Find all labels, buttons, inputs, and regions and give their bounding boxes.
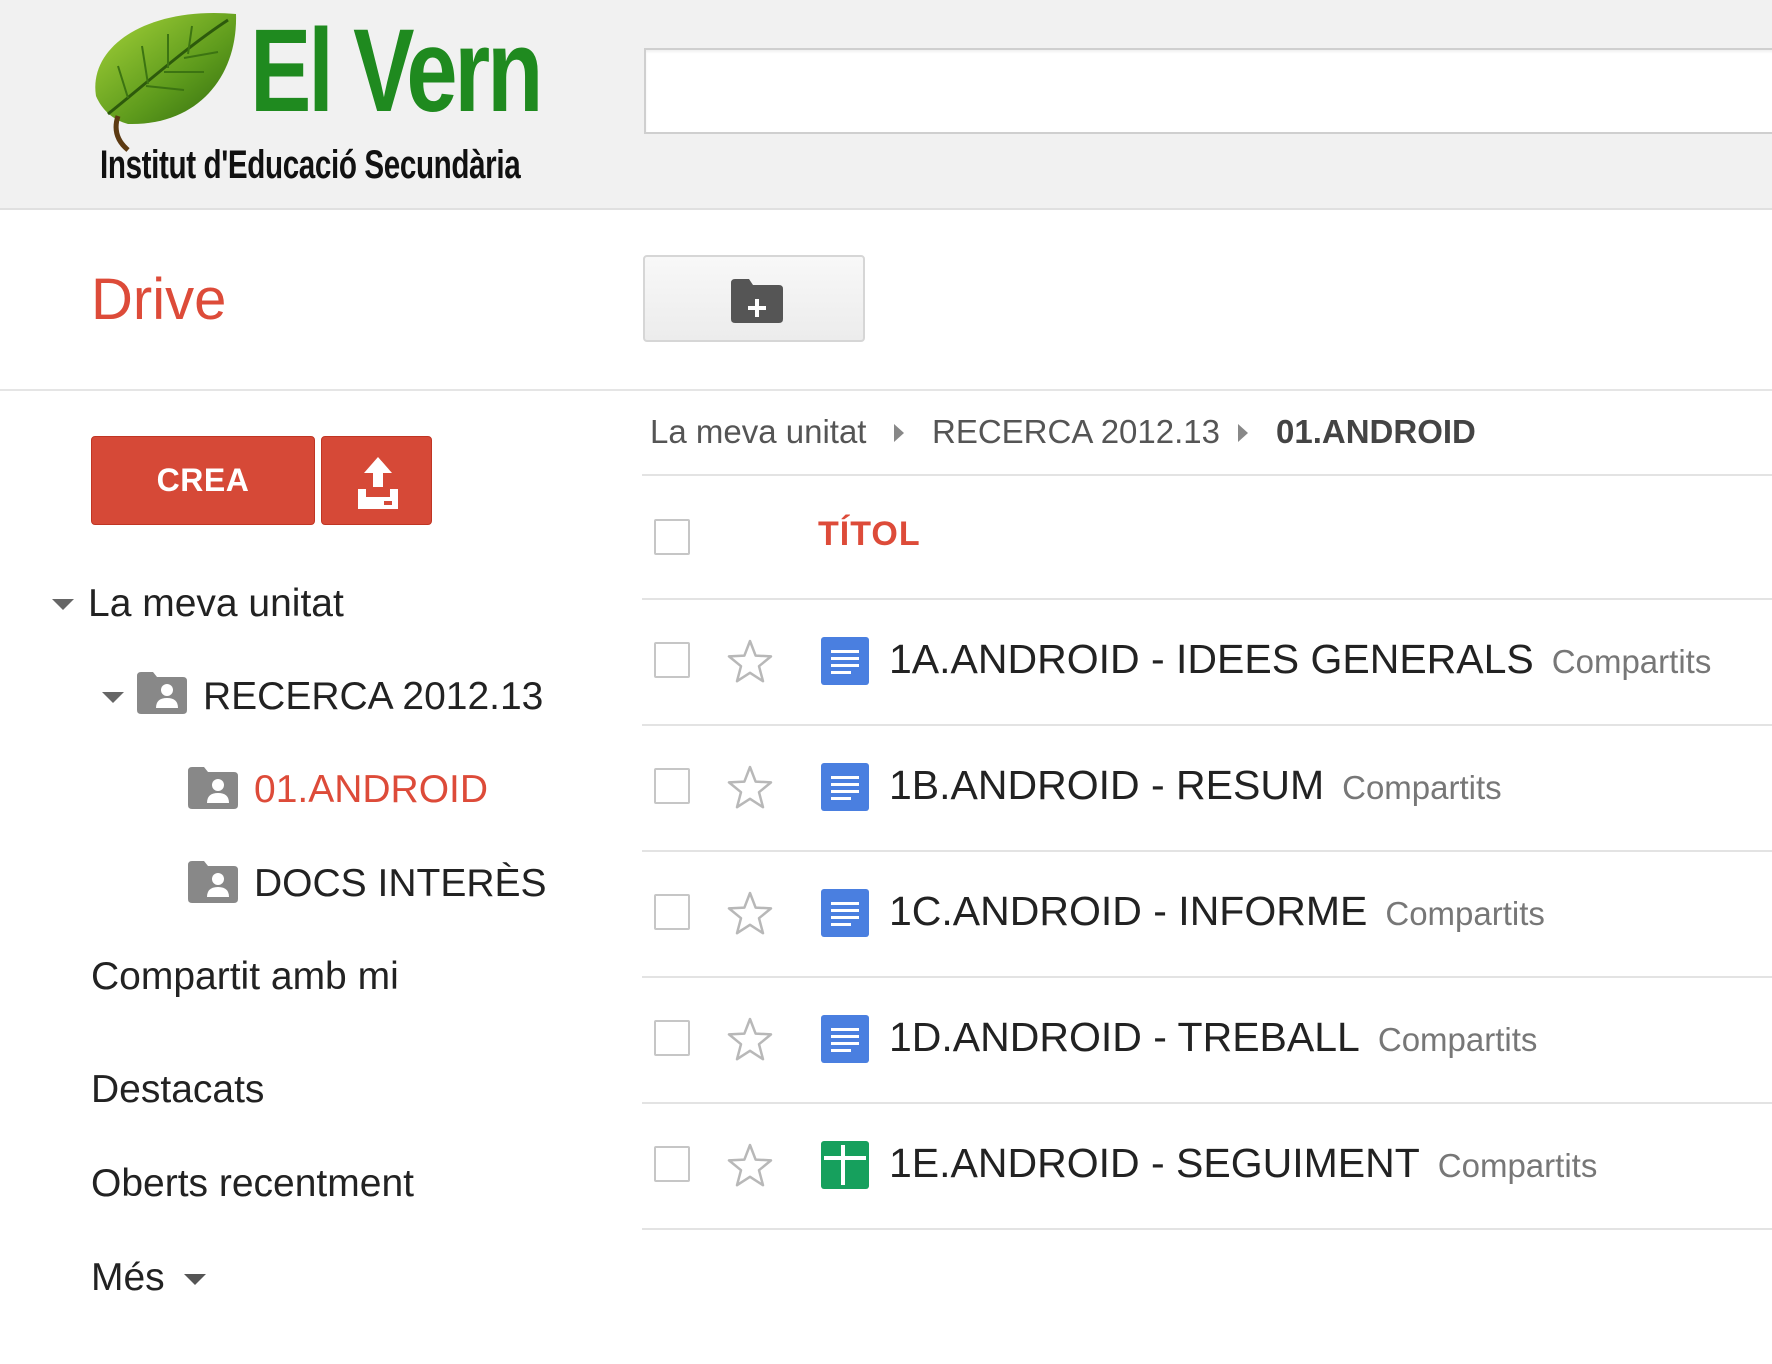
- breadcrumb-arrow-icon: [1238, 424, 1248, 442]
- logo-name: El Vern: [250, 5, 543, 137]
- shared-status: Compartits: [1385, 895, 1545, 932]
- more-label: Més: [91, 1256, 165, 1299]
- star-icon[interactable]: [726, 764, 774, 810]
- sidebar-item-starred[interactable]: Destacats: [91, 1067, 264, 1113]
- file-row[interactable]: 1A.ANDROID - IDEES GENERALS Compartits: [642, 600, 1772, 724]
- sidebar-item-docs-interes[interactable]: DOCS INTERÈS: [254, 861, 547, 907]
- sidebar-item-more[interactable]: Més: [91, 1255, 206, 1301]
- file-row[interactable]: 1B.ANDROID - RESUM Compartits: [642, 726, 1772, 850]
- file-row[interactable]: 1E.ANDROID - SEGUIMENT Compartits: [642, 1104, 1772, 1228]
- divider: [642, 474, 1772, 476]
- row-checkbox[interactable]: [654, 642, 690, 678]
- shared-status: Compartits: [1437, 1147, 1598, 1184]
- file-name[interactable]: 1A.ANDROID - IDEES GENERALS Compartits: [889, 634, 1711, 687]
- leaf-logo-icon: [95, 12, 237, 152]
- file-row[interactable]: 1D.ANDROID - TREBALL Compartits: [642, 978, 1772, 1102]
- document-icon: [821, 637, 869, 685]
- expand-arrow-icon[interactable]: [52, 599, 74, 610]
- star-icon[interactable]: [726, 1016, 774, 1062]
- breadcrumb-current: 01.ANDROID: [1276, 413, 1476, 450]
- column-header-title[interactable]: TÍTOL: [818, 515, 921, 554]
- shared-status: Compartits: [1377, 1021, 1538, 1058]
- star-icon[interactable]: [726, 638, 774, 684]
- upload-button[interactable]: [321, 436, 432, 525]
- file-title[interactable]: 1D.ANDROID - TREBALL: [889, 1014, 1360, 1060]
- app-title: Drive: [91, 267, 227, 332]
- file-title[interactable]: 1B.ANDROID - RESUM: [889, 762, 1324, 808]
- logo-subtitle: Institut d'Educació Secundària: [100, 143, 521, 187]
- folder-plus-icon: [731, 279, 783, 323]
- document-icon: [821, 763, 869, 811]
- breadcrumb-arrow-icon: [894, 424, 904, 442]
- star-icon[interactable]: [726, 890, 774, 936]
- select-all-checkbox[interactable]: [654, 519, 690, 555]
- sidebar-item-shared-with-me[interactable]: Compartit amb mi: [91, 954, 399, 1000]
- document-icon: [821, 1015, 869, 1063]
- header-divider: [0, 389, 1772, 391]
- upload-icon: [358, 457, 398, 509]
- sidebar-item-android[interactable]: 01.ANDROID: [254, 767, 488, 813]
- sidebar-item-recerca[interactable]: RECERCA 2012.13: [203, 674, 543, 720]
- file-name[interactable]: 1D.ANDROID - TREBALL Compartits: [889, 1012, 1537, 1065]
- file-name[interactable]: 1C.ANDROID - INFORME Compartits: [889, 886, 1545, 939]
- row-checkbox[interactable]: [654, 768, 690, 804]
- file-name[interactable]: 1B.ANDROID - RESUM Compartits: [889, 760, 1502, 813]
- row-checkbox[interactable]: [654, 1146, 690, 1182]
- breadcrumb-my-drive[interactable]: La meva unitat: [650, 412, 866, 452]
- document-icon: [821, 889, 869, 937]
- star-icon[interactable]: [726, 1142, 774, 1188]
- file-title[interactable]: 1E.ANDROID - SEGUIMENT: [889, 1140, 1420, 1186]
- divider: [642, 1228, 1772, 1230]
- chevron-down-icon: [183, 1274, 206, 1286]
- sidebar-item-my-drive[interactable]: La meva unitat: [88, 581, 344, 627]
- shared-folder-icon: [188, 861, 238, 903]
- spreadsheet-icon: [821, 1141, 869, 1189]
- new-folder-button[interactable]: [643, 255, 865, 342]
- shared-folder-icon: [137, 672, 187, 714]
- breadcrumb-recerca[interactable]: RECERCA 2012.13: [932, 412, 1220, 452]
- file-title[interactable]: 1A.ANDROID - IDEES GENERALS: [889, 636, 1534, 682]
- shared-folder-icon: [188, 767, 238, 809]
- row-checkbox[interactable]: [654, 894, 690, 930]
- shared-status: Compartits: [1342, 769, 1502, 806]
- search-input[interactable]: [644, 48, 1772, 134]
- expand-arrow-icon[interactable]: [102, 692, 124, 703]
- shared-status: Compartits: [1551, 643, 1712, 680]
- file-title[interactable]: 1C.ANDROID - INFORME: [889, 888, 1367, 934]
- file-name[interactable]: 1E.ANDROID - SEGUIMENT Compartits: [889, 1138, 1597, 1191]
- create-button[interactable]: CREA: [91, 436, 315, 525]
- sidebar-item-recent[interactable]: Oberts recentment: [91, 1161, 414, 1207]
- file-row[interactable]: 1C.ANDROID - INFORME Compartits: [642, 852, 1772, 976]
- row-checkbox[interactable]: [654, 1020, 690, 1056]
